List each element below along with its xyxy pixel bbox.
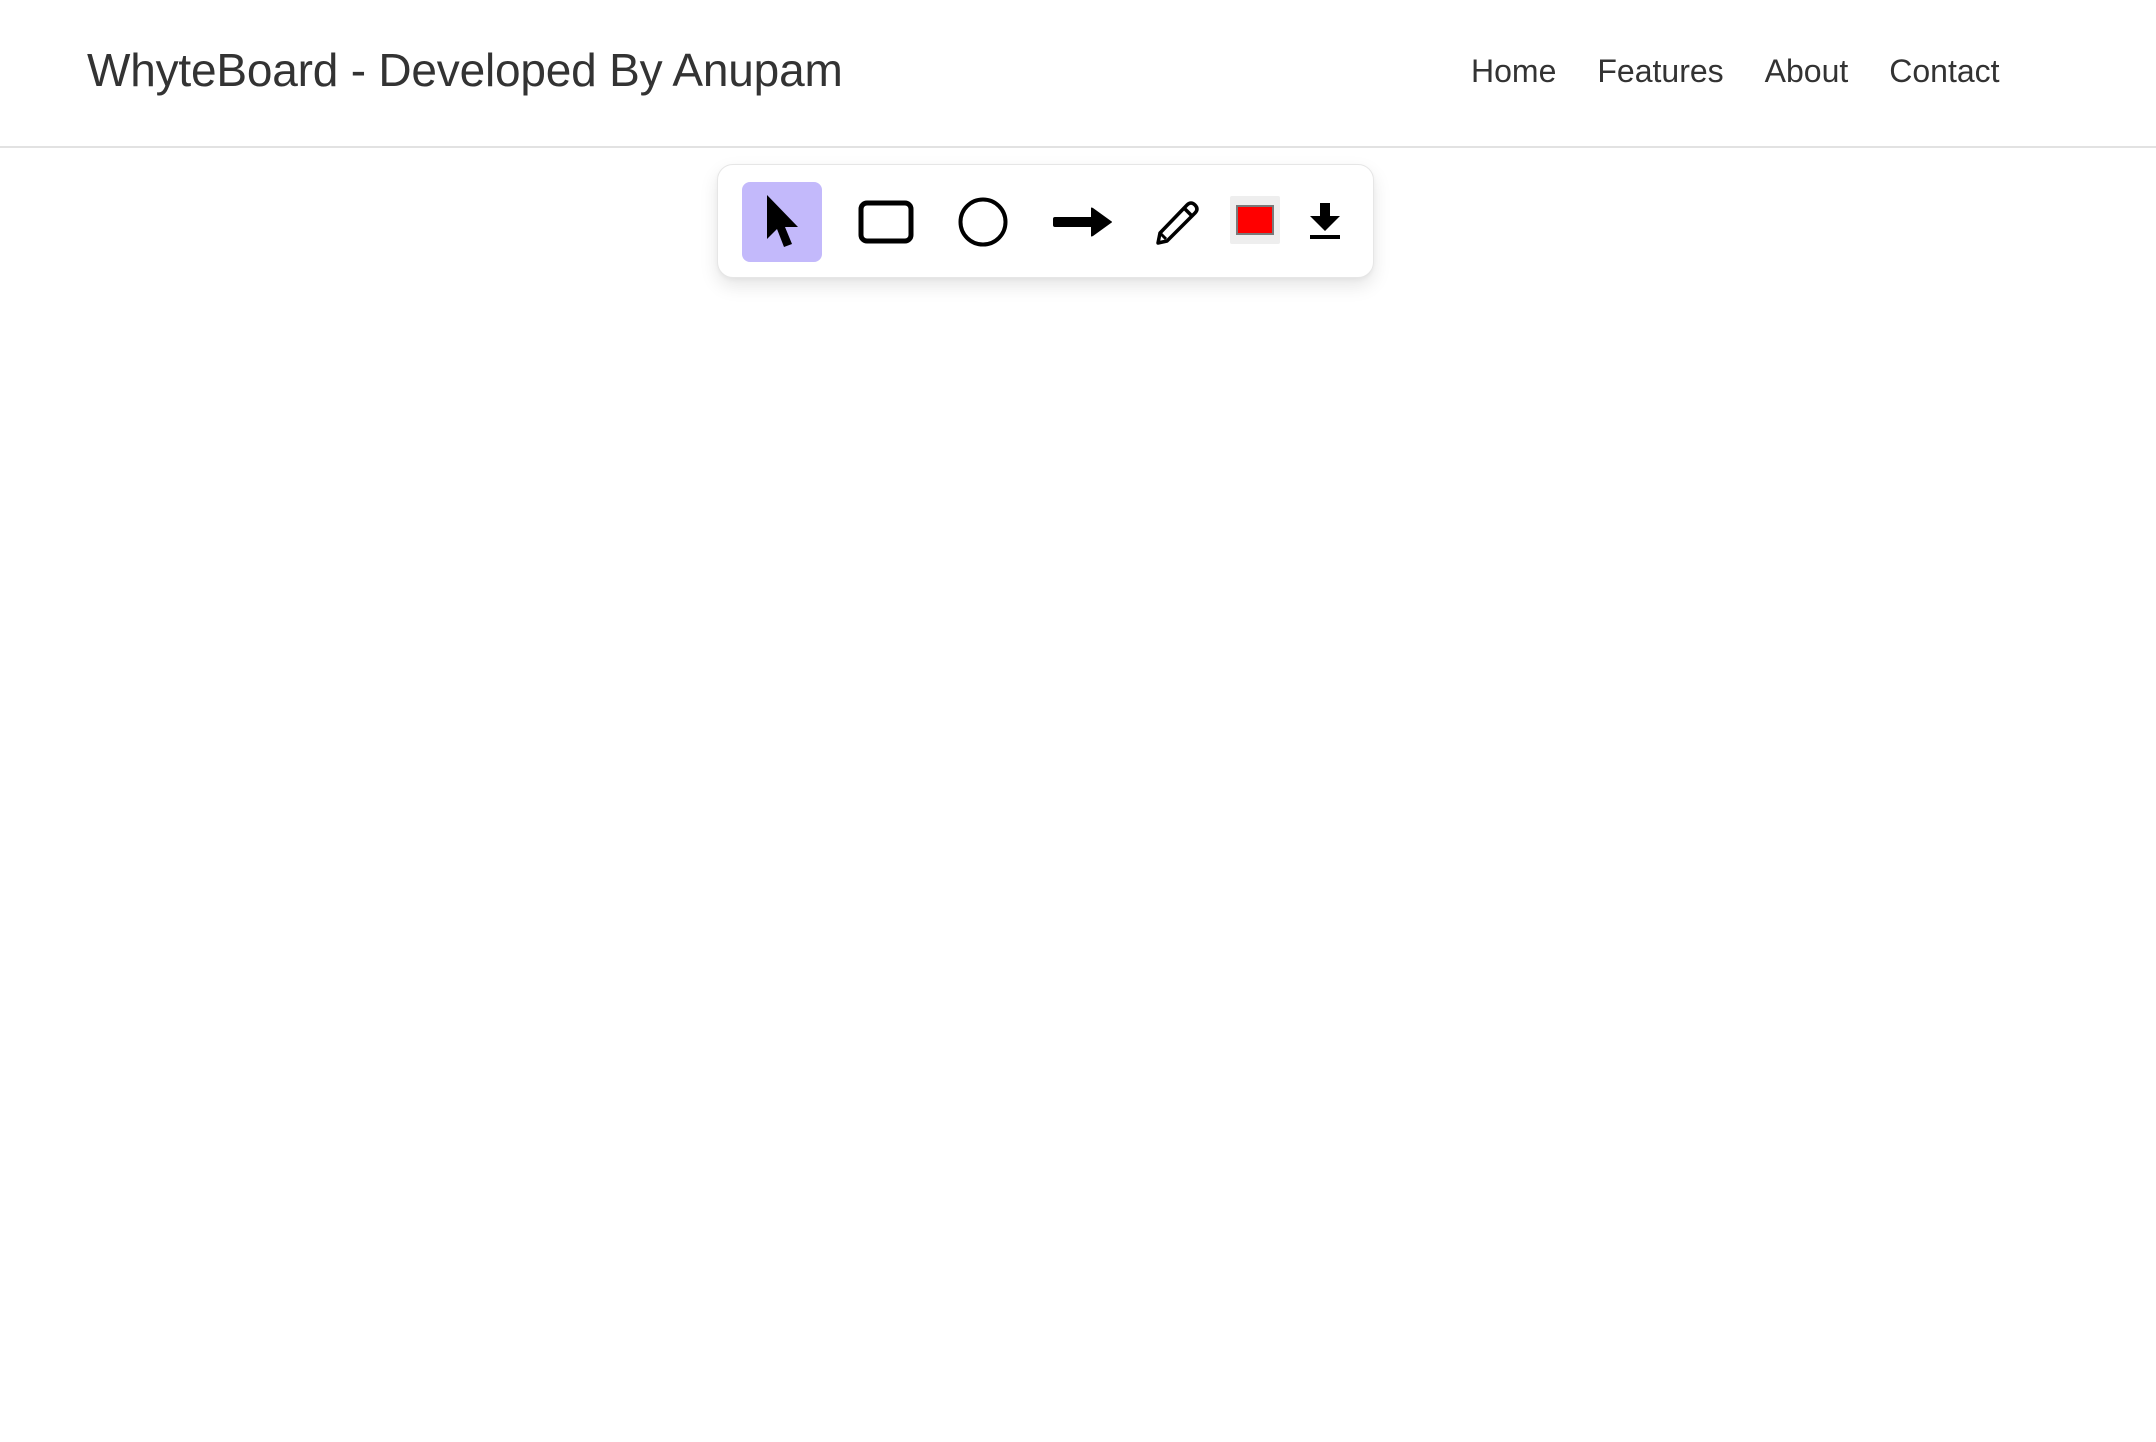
drawing-canvas[interactable] (0, 148, 2156, 1442)
color-picker[interactable] (1230, 196, 1280, 244)
rectangle-tool-button[interactable] (846, 182, 926, 262)
cursor-arrow-icon (764, 193, 800, 251)
nav-contact[interactable]: Contact (1889, 50, 1999, 92)
arrow-tool-button[interactable] (1038, 182, 1128, 262)
brand-title[interactable]: WhyteBoard - Developed By Anupam (87, 40, 843, 100)
color-swatch (1236, 205, 1274, 235)
main-nav: Home Features About Contact (1471, 50, 2000, 92)
pencil-tool-button[interactable] (1133, 182, 1223, 262)
navbar: WhyteBoard - Developed By Anupam Home Fe… (0, 0, 2156, 148)
download-icon (1309, 203, 1341, 241)
pencil-icon (1155, 199, 1201, 245)
arrow-right-icon (1053, 207, 1113, 237)
circle-tool-button[interactable] (943, 182, 1023, 262)
rectangle-icon (858, 200, 914, 244)
nav-about[interactable]: About (1765, 50, 1849, 92)
nav-home[interactable]: Home (1471, 50, 1556, 92)
select-tool-button[interactable] (742, 182, 822, 262)
nav-features[interactable]: Features (1597, 50, 1723, 92)
download-button[interactable] (1298, 182, 1352, 262)
drawing-toolbar (717, 164, 1374, 278)
circle-icon (958, 197, 1008, 247)
